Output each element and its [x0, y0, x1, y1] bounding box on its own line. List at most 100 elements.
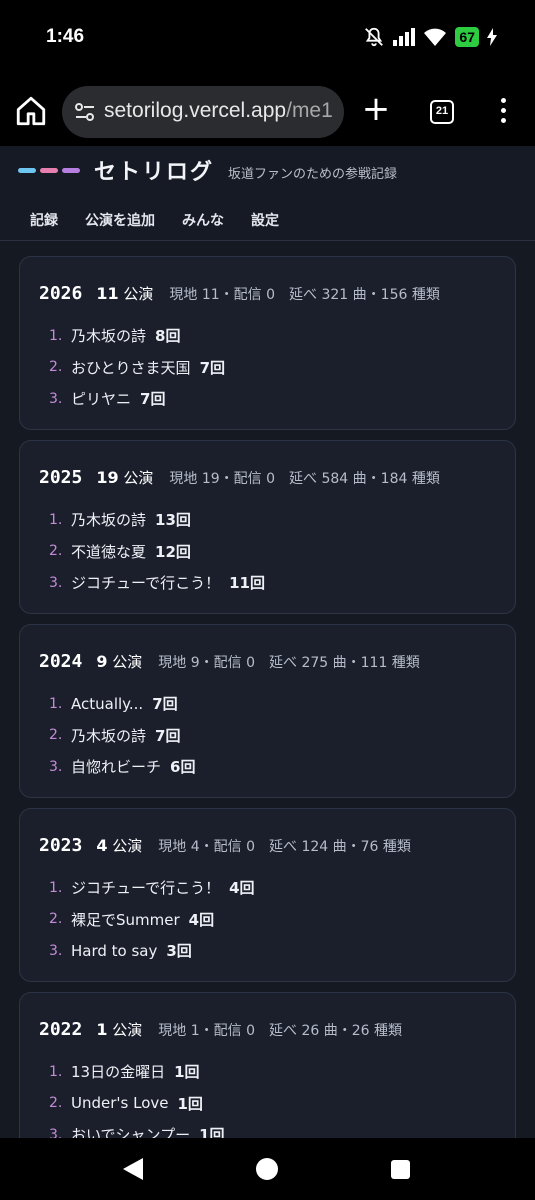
- year-card[interactable]: 2024 9 公演 現地 9・配信 0 延べ 275 曲・111 種類 1. Actua…: [19, 624, 516, 798]
- song-rank-item: 2. 乃木坂の詩 7回: [39, 720, 515, 752]
- top-songs-list: 1. 乃木坂の詩 13回 2. 不道徳な夏 12回 3. ジコチューで行こう！ 11回: [39, 504, 515, 599]
- song-rank-item: 2. 不道徳な夏 12回: [39, 536, 515, 568]
- top-songs-list: 1. 13日の金曜日 1回 2. Under's Love 1回 3. おいでシャンプー 1回: [39, 1056, 515, 1138]
- nav-everyone[interactable]: みんな: [182, 210, 224, 230]
- rank-number: 1.: [49, 879, 63, 896]
- more-vert-icon[interactable]: [496, 98, 510, 128]
- bell-off-icon: [365, 27, 384, 47]
- rank-number: 1.: [49, 1063, 63, 1080]
- song-rank-item: 2. 裸足でSummer 4回: [39, 904, 515, 936]
- song-title: 乃木坂の詩: [71, 511, 147, 530]
- year-stats: 現地 1・配信 0 延べ 26 曲・26 種類: [158, 1023, 402, 1039]
- rank-number: 2.: [49, 543, 63, 560]
- tab-switcher-icon[interactable]: 21: [430, 100, 454, 124]
- show-count-label: 公演: [112, 837, 143, 855]
- rank-number: 1.: [49, 695, 63, 712]
- play-count: 13回: [155, 511, 191, 530]
- rank-number: 3.: [49, 758, 63, 775]
- song-title: 乃木坂の詩: [71, 726, 147, 745]
- url-domain: setorilog.vercel.app: [104, 99, 287, 122]
- show-count: 1 公演: [96, 1019, 142, 1040]
- year-card[interactable]: 2023 4 公演 現地 4・配信 0 延べ 124 曲・76 種類 1. ジコチューで…: [19, 808, 516, 982]
- show-count-number: 11: [96, 284, 119, 303]
- song-title: 13日の金曜日: [71, 1063, 166, 1082]
- year-label: 2022: [39, 1019, 83, 1040]
- site-nav: 記録 公演を追加 みんな 設定: [30, 210, 279, 230]
- show-count: 4 公演: [96, 835, 142, 856]
- top-songs-list: 1. ジコチューで行こう！ 4回 2. 裸足でSummer 4回 3. Hard to say…: [39, 872, 515, 967]
- site-header: セトリログ 坂道ファンのための参戦記録 記録 公演を追加 みんな 設定: [0, 146, 535, 241]
- wifi-icon: [424, 28, 447, 46]
- nav-add-show[interactable]: 公演を追加: [85, 210, 155, 230]
- status-bar: 1:46 67: [0, 0, 535, 80]
- song-title: 自惚れビーチ: [71, 758, 162, 777]
- rank-number: 2.: [49, 911, 63, 928]
- play-count: 6回: [170, 758, 196, 777]
- show-count: 11 公演: [96, 283, 153, 304]
- brand[interactable]: セトリログ 坂道ファンのための参戦記録: [18, 154, 397, 186]
- play-count: 1回: [177, 1094, 203, 1113]
- logo-dash: [62, 167, 80, 173]
- url-path: /me1: [286, 99, 333, 122]
- rank-number: 3.: [49, 574, 63, 591]
- back-icon[interactable]: [123, 1158, 143, 1180]
- play-count: 4回: [229, 879, 255, 898]
- song-rank-item: 1. Actually... 7回: [39, 688, 515, 720]
- url-text[interactable]: setorilog.vercel.app/me1: [104, 99, 333, 123]
- play-count: 7回: [155, 726, 181, 745]
- home-circle-icon[interactable]: [256, 1158, 278, 1180]
- song-title: 不道徳な夏: [71, 542, 147, 561]
- show-count-number: 19: [96, 468, 119, 487]
- rank-number: 2.: [49, 359, 63, 376]
- url-bar[interactable]: setorilog.vercel.app/me1: [62, 86, 344, 138]
- song-title: 裸足でSummer: [71, 910, 180, 929]
- site-subtitle: 坂道ファンのための参戦記録: [228, 166, 398, 182]
- year-card-list: 2026 11 公演 現地 11・配信 0 延べ 321 曲・156 種類 1. 乃木坂…: [19, 256, 516, 1138]
- show-count-number: 9: [96, 652, 108, 671]
- recents-icon[interactable]: [391, 1160, 410, 1179]
- battery-indicator: 67: [455, 27, 479, 47]
- play-count: 8回: [155, 327, 181, 346]
- song-title: ピリヤニ: [71, 390, 132, 409]
- song-title: おいでシャンプー: [71, 1126, 191, 1138]
- rank-number: 1.: [49, 511, 63, 528]
- song-rank-item: 3. ピリヤニ 7回: [39, 383, 515, 415]
- song-rank-item: 2. おひとりさま天国 7回: [39, 352, 515, 384]
- song-title: Actually...: [71, 694, 144, 713]
- top-songs-list: 1. 乃木坂の詩 8回 2. おひとりさま天国 7回 3. ピリヤニ 7回: [39, 320, 515, 415]
- song-title: ジコチューで行こう！: [71, 879, 221, 898]
- nav-records[interactable]: 記録: [30, 210, 58, 230]
- tune-icon[interactable]: [74, 102, 96, 122]
- year-stats: 現地 19・配信 0 延べ 584 曲・184 種類: [169, 471, 440, 487]
- song-rank-item: 3. 自惚れビーチ 6回: [39, 751, 515, 783]
- page-content: セトリログ 坂道ファンのための参戦記録 記録 公演を追加 みんな 設定 2026…: [0, 146, 535, 1138]
- play-count: 7回: [152, 695, 178, 714]
- logo-dash: [18, 167, 36, 173]
- system-nav-bar: [0, 1138, 535, 1200]
- song-title: ジコチューで行こう！: [71, 574, 221, 593]
- status-icons: 67: [363, 26, 497, 48]
- play-count: 7回: [140, 390, 166, 409]
- play-count: 1回: [199, 1126, 225, 1138]
- browser-toolbar: setorilog.vercel.app/me1 + 21: [0, 80, 535, 146]
- year-card[interactable]: 2022 1 公演 現地 1・配信 0 延べ 26 曲・26 種類 1. 13日の金曜日…: [19, 992, 516, 1138]
- year-card[interactable]: 2025 19 公演 現地 19・配信 0 延べ 584 曲・184 種類 1. 乃木坂…: [19, 440, 516, 614]
- song-rank-item: 1. ジコチューで行こう！ 4回: [39, 872, 515, 904]
- nav-settings[interactable]: 設定: [251, 210, 279, 230]
- plus-icon[interactable]: +: [360, 92, 392, 126]
- rank-number: 3.: [49, 942, 63, 959]
- show-count-label: 公演: [112, 1021, 143, 1039]
- show-count-label: 公演: [123, 285, 154, 303]
- year-card[interactable]: 2026 11 公演 現地 11・配信 0 延べ 321 曲・156 種類 1. 乃木坂…: [19, 256, 516, 430]
- logo-dashes: [18, 167, 80, 173]
- top-songs-list: 1. Actually... 7回 2. 乃木坂の詩 7回 3. 自惚れビーチ 6回: [39, 688, 515, 783]
- show-count-label: 公演: [123, 469, 154, 487]
- song-rank-item: 3. Hard to say 3回: [39, 935, 515, 967]
- play-count: 12回: [155, 542, 191, 561]
- song-rank-item: 1. 13日の金曜日 1回: [39, 1056, 515, 1088]
- show-count-number: 4: [96, 836, 108, 855]
- rank-number: 2.: [49, 727, 63, 744]
- home-icon[interactable]: [14, 94, 48, 128]
- charging-icon: [487, 28, 497, 46]
- year-card-header: 2023 4 公演 現地 4・配信 0 延べ 124 曲・76 種類: [39, 835, 515, 856]
